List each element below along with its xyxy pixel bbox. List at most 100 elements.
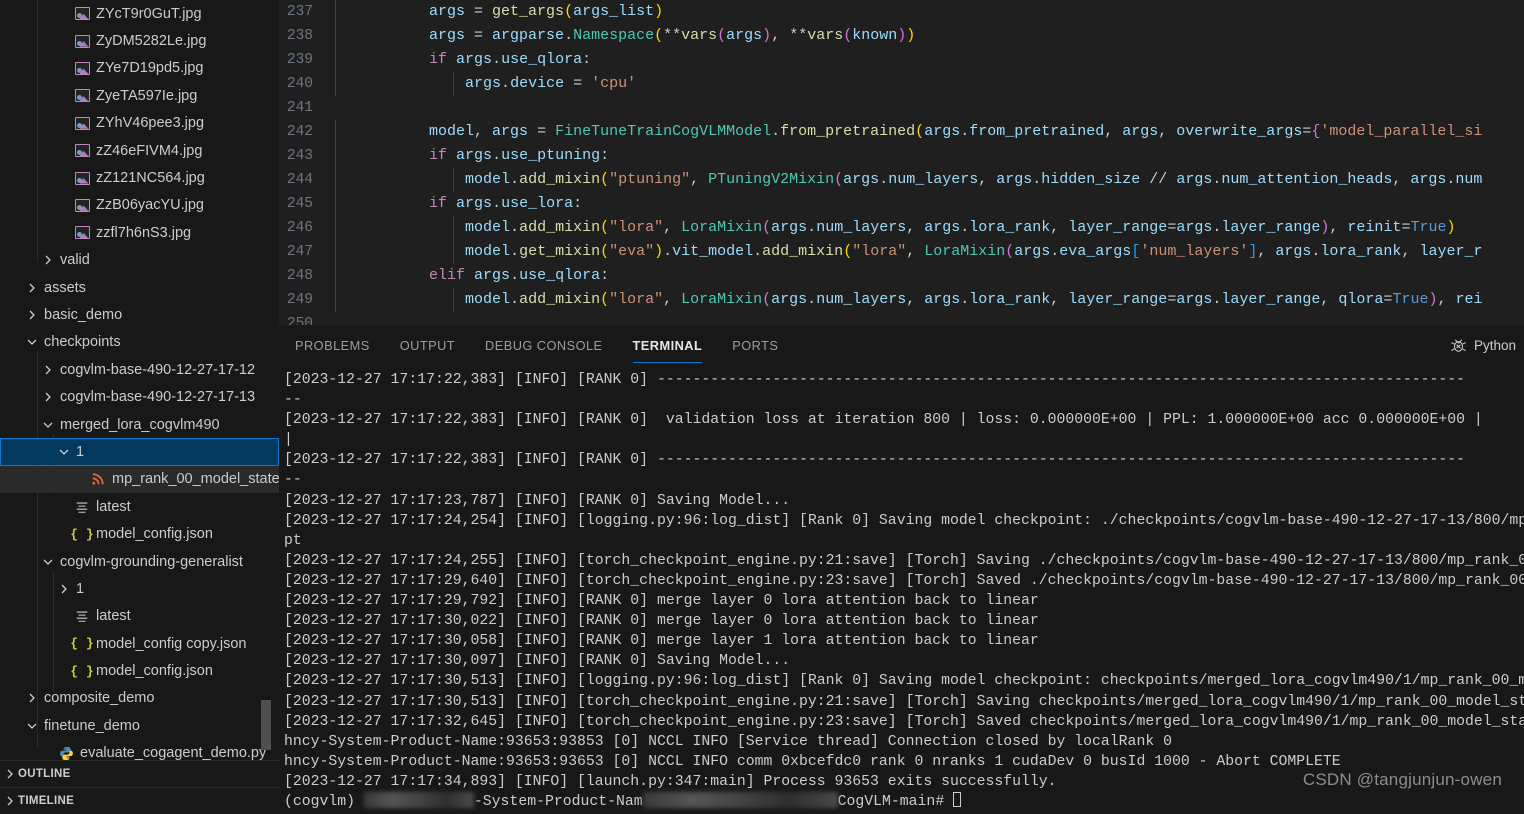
code-line[interactable]: 247 model.get_mixin("eva").vit_model.add… (279, 240, 1524, 264)
tree-folder-row[interactable]: basic_demo (0, 301, 279, 328)
panel-tab-bar[interactable]: PROBLEMS OUTPUT DEBUG CONSOLE TERMINAL PORTS… (279, 325, 1524, 366)
tree-folder-row[interactable]: checkpoints (0, 329, 279, 356)
line-number: 242 (286, 124, 313, 140)
code-line[interactable]: 250 (279, 312, 1524, 325)
code-token: from_pretrained (969, 123, 1105, 140)
chevron-down-icon[interactable] (40, 554, 56, 570)
code-line[interactable]: 242 model, args = FineTuneTrainCogVLMMod… (279, 120, 1524, 144)
tree-folder-row[interactable]: 1 (0, 438, 279, 466)
code-line[interactable]: 240 args.device = 'cpu' (279, 72, 1524, 96)
code-line[interactable]: 241 (279, 96, 1524, 120)
code-token: , (1257, 243, 1276, 260)
tree-item-label: merged_lora_cogvlm490 (60, 416, 220, 433)
code-token: ) (1446, 219, 1456, 236)
chevron-right-icon[interactable] (24, 280, 40, 296)
chevron-down-icon[interactable] (56, 444, 72, 460)
terminal-line: -- (284, 472, 302, 489)
tree-file-row[interactable]: zZ121NC564.jpg (0, 164, 279, 191)
code-token: add_mixin (762, 243, 844, 260)
code-line[interactable]: 238 args = argparse.Namespace(**vars(arg… (279, 24, 1524, 48)
code-token: = (1167, 291, 1177, 308)
tree-file-row[interactable]: ZYe7D19pd5.jpg (0, 55, 279, 82)
tree-folder-row[interactable]: cogvlm-base-490-12-27-17-13 (0, 383, 279, 410)
panel-tab-terminal[interactable]: TERMINAL (632, 325, 703, 366)
code-token: args (1176, 171, 1213, 188)
tree-folder-row[interactable]: finetune_demo (0, 712, 279, 739)
editor-indent-guide (453, 216, 454, 240)
tree-item-label: cogvlm-base-490-12-27-17-13 (60, 389, 256, 406)
file-tree[interactable]: ZYcT9r0GuT.jpg ZyDM5282Le.jpg ZYe7D19pd5.j… (0, 0, 279, 767)
tree-file-row[interactable]: ZzB06yacYU.jpg (0, 192, 279, 219)
terminal-prompt-path: CogVLM-main# (837, 793, 954, 810)
line-number: 239 (286, 52, 313, 68)
chevron-down-icon[interactable] (24, 334, 40, 350)
code-token: . (1212, 219, 1222, 236)
panel-tab-debug-console[interactable]: DEBUG CONSOLE (485, 325, 603, 366)
tree-file-row[interactable]: ZYcT9r0GuT.jpg (0, 0, 279, 27)
debug-bug-icon[interactable] (1449, 336, 1468, 355)
chevron-right-icon[interactable] (40, 362, 56, 378)
code-editor[interactable]: 237 args = get_args(args_list) 238 args =… (279, 0, 1524, 325)
chevron-down-icon[interactable] (40, 417, 56, 433)
panel-tab-output[interactable]: OUTPUT (400, 325, 455, 366)
line-number: 250 (286, 316, 313, 325)
chevron-right-icon[interactable] (40, 389, 56, 405)
code-line[interactable]: 248 elif args.use_qlora: (279, 264, 1524, 288)
tree-folder-row[interactable]: merged_lora_cogvlm490 (0, 411, 279, 438)
panel-tab-ports[interactable]: PORTS (732, 325, 778, 366)
tree-file-row[interactable]: { } model_config copy.json (0, 630, 279, 657)
code-token: args (1275, 243, 1312, 260)
line-number: 247 (286, 244, 313, 260)
tree-folder-row[interactable]: assets (0, 274, 279, 301)
code-token: ( (600, 219, 610, 236)
code-token: . (753, 243, 763, 260)
tree-file-row[interactable]: ZyeTA597Ie.jpg (0, 82, 279, 109)
code-token: if (429, 51, 448, 68)
timeline-section-header[interactable]: TIMELINE (0, 787, 279, 814)
code-line[interactable]: 243 if args.use_ptuning: (279, 144, 1524, 168)
chevron-right-icon[interactable] (56, 581, 72, 597)
redacted-hostname (363, 791, 474, 808)
tree-folder-row[interactable]: cogvlm-grounding-generalist (0, 548, 279, 575)
tree-file-row[interactable]: zzfl7h6nS3.jpg (0, 219, 279, 246)
outline-section-header[interactable]: OUTLINE (0, 760, 279, 787)
code-token: . (1212, 171, 1222, 188)
panel-actions[interactable]: Python (1449, 336, 1524, 355)
code-token: . (807, 219, 817, 236)
chevron-right-icon[interactable] (24, 307, 40, 323)
tree-file-row[interactable]: ZYhV46pee3.jpg (0, 110, 279, 137)
tree-folder-row[interactable]: 1 (0, 575, 279, 602)
editor-indent-guide (335, 144, 336, 168)
terminal-output[interactable]: [2023-12-27 17:17:22,383] [INFO] [RANK 0… (279, 366, 1524, 814)
panel-tab-problems[interactable]: PROBLEMS (295, 325, 370, 366)
tree-folder-row[interactable]: composite_demo (0, 685, 279, 712)
code-line[interactable]: 246 model.add_mixin("lora", LoraMixin(ar… (279, 216, 1524, 240)
chevron-right-icon[interactable] (40, 252, 56, 268)
code-token: , (1329, 219, 1348, 236)
editor-indent-guide (335, 24, 336, 48)
tree-file-row[interactable]: ZyDM5282Le.jpg (0, 27, 279, 54)
tree-file-row[interactable]: zZ46eFIVM4.jpg (0, 137, 279, 164)
tree-file-row[interactable]: latest (0, 493, 279, 520)
code-line[interactable]: 245 if args.use_lora: (279, 192, 1524, 216)
line-number: 248 (286, 268, 313, 284)
tree-file-row[interactable]: mp_rank_00_model_states.pt (0, 465, 279, 494)
code-token: device (510, 75, 565, 92)
code-line[interactable]: 249 model.add_mixin("lora", LoraMixin(ar… (279, 288, 1524, 312)
code-text: args.device = 'cpu' (335, 72, 636, 96)
code-line[interactable]: 244 model.add_mixin("ptuning", PTuningV2… (279, 168, 1524, 192)
debug-interpreter-label[interactable]: Python (1474, 338, 1516, 353)
tree-file-row[interactable]: { } model_config.json (0, 520, 279, 547)
tree-item-label: valid (60, 252, 90, 269)
tree-folder-row[interactable]: valid (0, 247, 279, 274)
json-file-icon: { } (70, 526, 94, 542)
terminal-prompt-line[interactable]: (cogvlm) -System-Product-Nam CogVLM-main# (284, 791, 1524, 812)
code-line[interactable]: 237 args = get_args(args_list) (279, 0, 1524, 24)
sidebar-scrollbar[interactable] (261, 700, 271, 750)
tree-file-row[interactable]: latest (0, 603, 279, 630)
outline-label: OUTLINE (18, 768, 71, 780)
code-line[interactable]: 239 if args.use_qlora: (279, 48, 1524, 72)
tree-file-row[interactable]: { } model_config.json (0, 657, 279, 684)
tree-folder-row[interactable]: cogvlm-base-490-12-27-17-12 (0, 356, 279, 383)
